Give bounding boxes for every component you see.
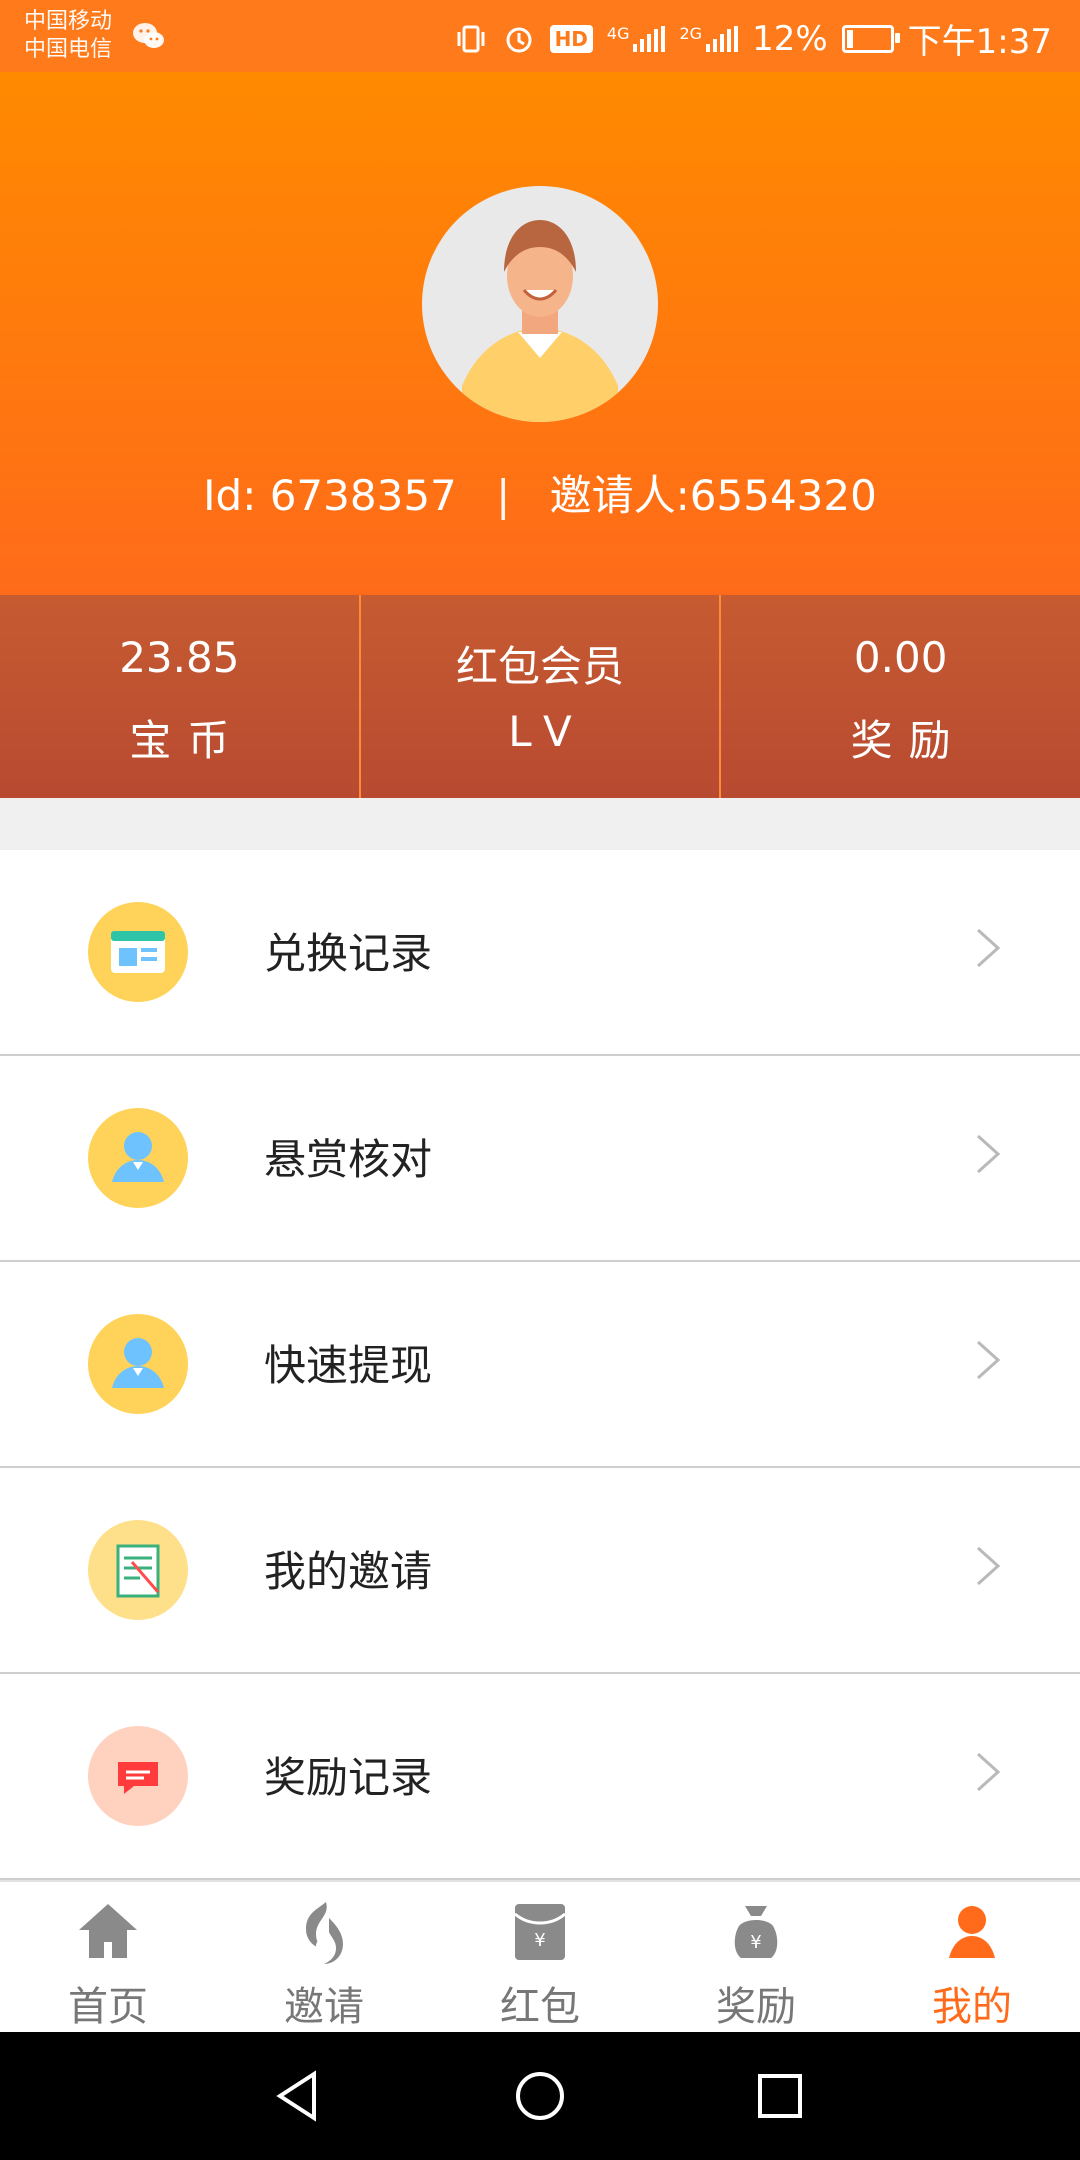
svg-text:¥: ¥ — [534, 1930, 545, 1951]
stat-coins[interactable]: 23.85 宝币 — [0, 595, 359, 798]
vibrate-icon — [457, 25, 485, 52]
stat-label: 宝币 — [129, 716, 246, 765]
nav-label: 邀请 — [284, 1984, 364, 2030]
user-id-line: Id: 6738357 | 邀请人:6554320 — [0, 462, 1080, 523]
profile-page: 中国移动 中国电信 HD 4G 2G 12% 下午1:37 Id: 673835… — [0, 0, 1080, 2160]
nav-label: 首页 — [68, 1984, 148, 2030]
status-indicators: HD 4G 2G 12% 下午1:37 — [454, 14, 1052, 63]
nav-label: 红包 — [500, 1984, 580, 2030]
battery-icon — [841, 24, 900, 53]
chevron-right-icon — [976, 928, 1001, 968]
notebook-icon — [88, 1520, 188, 1620]
message-icon — [88, 1726, 188, 1826]
menu-item-reward-records[interactable]: 奖励记录 — [0, 1674, 1080, 1880]
bottom-navigation: 首页 邀请 ¥ 红包 ¥ 奖励 我的 — [0, 1880, 1080, 2034]
menu-item-quick-withdraw[interactable]: 快速提现 — [0, 1262, 1080, 1468]
avatar[interactable] — [422, 186, 658, 422]
wechat-icon — [133, 23, 164, 48]
carrier-2: 中国电信 — [24, 37, 113, 62]
stat-value: 0.00 — [853, 633, 948, 682]
stat-value: 23.85 — [119, 633, 240, 682]
nav-mine[interactable]: 我的 — [864, 1882, 1080, 2034]
svg-text:¥: ¥ — [750, 1932, 761, 1953]
nav-home[interactable]: 首页 — [0, 1882, 216, 2034]
nav-reward[interactable]: ¥ 奖励 — [648, 1882, 864, 2034]
back-icon[interactable] — [270, 2068, 326, 2124]
menu-item-my-invites[interactable]: 我的邀请 — [0, 1468, 1080, 1674]
person-icon — [949, 1906, 995, 1958]
network-1-text: 4G — [606, 23, 630, 43]
inviter-id: 邀请人:6554320 — [549, 471, 877, 520]
signal-bars-icon — [706, 25, 739, 52]
menu-list: 兑换记录 悬赏核对 快速提现 我的邀请 奖励记录 — [0, 850, 1080, 1880]
clock: 下午1:37 — [907, 22, 1052, 62]
menu-item-label: 悬赏核对 — [264, 1135, 433, 1184]
carrier-info: 中国移动 中国电信 — [24, 8, 112, 64]
signal-2g: 2G — [679, 23, 739, 52]
recent-apps-icon[interactable] — [752, 2068, 808, 2124]
chevron-right-icon — [976, 1752, 1001, 1792]
stat-label: 奖励 — [850, 716, 967, 765]
stat-reward[interactable]: 0.00 奖励 — [719, 595, 1080, 798]
signal-4g: 4G — [606, 23, 666, 52]
profile-header: Id: 6738357 | 邀请人:6554320 — [0, 72, 1080, 595]
home-icon — [79, 1904, 137, 1958]
avatar-illustration — [462, 220, 618, 422]
home-circle-icon[interactable] — [512, 2068, 568, 2124]
hd-icon: HD — [549, 24, 593, 53]
nav-label: 奖励 — [716, 1984, 796, 2030]
menu-item-label: 快速提现 — [264, 1341, 433, 1390]
alarm-icon — [506, 27, 532, 52]
status-bar: 中国移动 中国电信 HD 4G 2G 12% 下午1:37 — [0, 0, 1080, 72]
network-2-text: 2G — [679, 23, 703, 43]
user-icon — [88, 1108, 188, 1208]
user-icon — [88, 1314, 188, 1414]
menu-item-label: 我的邀请 — [264, 1547, 433, 1596]
carrier-1: 中国移动 — [24, 9, 113, 34]
menu-item-label: 奖励记录 — [264, 1753, 433, 1802]
chevron-right-icon — [976, 1546, 1001, 1586]
signal-bars-icon — [633, 25, 666, 52]
stat-label: LV — [508, 707, 588, 756]
calendar-icon — [88, 902, 188, 1002]
red-envelope-icon: ¥ — [514, 1904, 566, 1960]
stat-value: 红包会员 — [456, 642, 625, 691]
system-navigation-bar — [0, 2032, 1080, 2160]
nav-red-envelope[interactable]: ¥ 红包 — [432, 1882, 648, 2034]
menu-item-bounty-check[interactable]: 悬赏核对 — [0, 1056, 1080, 1262]
stats-bar: 23.85 宝币 红包会员 LV 0.00 奖励 — [0, 595, 1080, 798]
user-id: Id: 6738357 — [203, 471, 457, 520]
chevron-right-icon — [976, 1134, 1001, 1174]
money-bag-icon: ¥ — [734, 1906, 778, 1958]
battery-percent: 12% — [752, 18, 828, 59]
nav-invite[interactable]: 邀请 — [216, 1882, 432, 2034]
menu-item-exchange-records[interactable]: 兑换记录 — [0, 850, 1080, 1056]
stat-membership[interactable]: 红包会员 LV — [358, 595, 720, 798]
nav-label: 我的 — [932, 1984, 1012, 2030]
flame-icon — [306, 1902, 343, 1964]
separator: | — [496, 471, 511, 520]
chevron-right-icon — [976, 1340, 1001, 1380]
menu-item-label: 兑换记录 — [264, 929, 433, 978]
